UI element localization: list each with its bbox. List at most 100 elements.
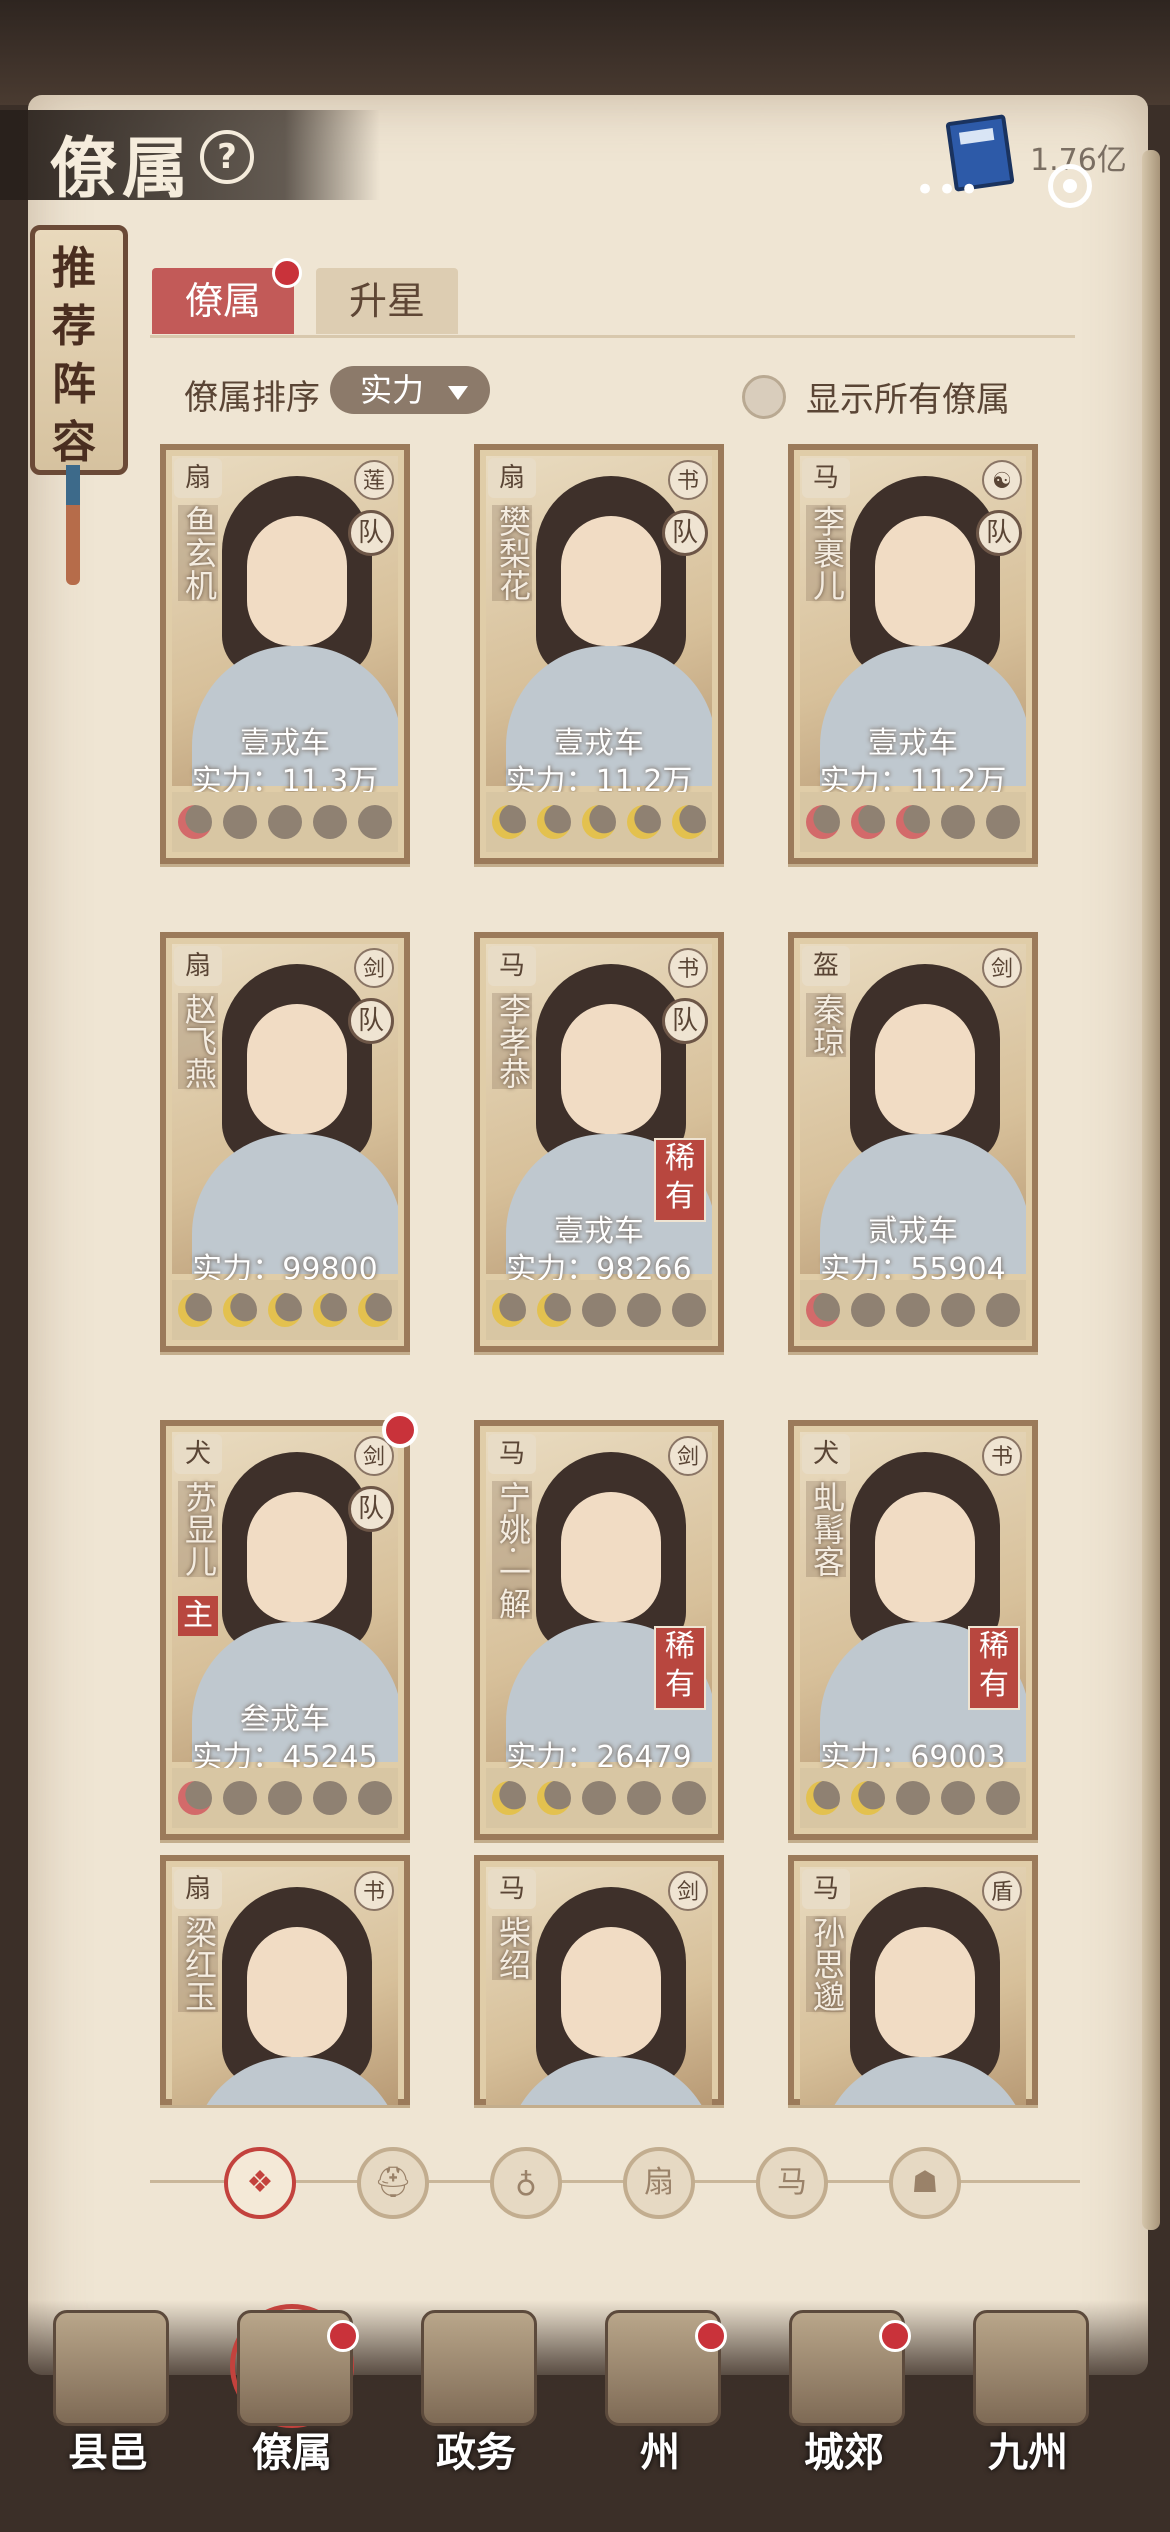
help-icon[interactable]: ?	[200, 130, 254, 184]
star-moons	[800, 1280, 1026, 1340]
moon-icon	[627, 805, 662, 839]
all-icon[interactable]: ❖	[224, 2147, 296, 2219]
tab-star-up[interactable]: 升星	[316, 268, 458, 334]
moon-icon	[313, 1781, 348, 1815]
notification-dot	[327, 2320, 359, 2352]
team-badge: 队	[348, 510, 394, 556]
card-name: 宁姚·一解	[492, 1481, 532, 1620]
moon-icon	[895, 1293, 930, 1327]
moon-icon	[177, 805, 212, 839]
moon-icon	[895, 805, 930, 839]
nav-art-icon	[421, 2310, 537, 2426]
star-moons	[172, 1280, 398, 1340]
type-icon: 扇	[174, 946, 222, 986]
nav-item[interactable]: 僚属	[212, 2300, 372, 2500]
subordinate-card[interactable]: 扇剑赵飞燕队实力：99800	[160, 932, 410, 1352]
skill-badge-icon: 书	[982, 1436, 1022, 1476]
subordinate-card[interactable]: 扇莲鱼玄机队壹戎车 实力：11.3万	[160, 444, 410, 864]
show-all-label: 显示所有僚属	[806, 380, 1010, 420]
top-bar	[0, 0, 1170, 105]
rarity-tag: 稀有	[654, 1626, 706, 1710]
page-title: 僚属	[50, 129, 194, 207]
team-badge: 队	[348, 998, 394, 1044]
nav-item[interactable]: 县邑	[28, 2300, 188, 2500]
star-moons	[800, 792, 1026, 852]
sort-label: 僚属排序	[184, 378, 320, 418]
moon-icon	[536, 1293, 571, 1327]
nav-item[interactable]: 州	[580, 2300, 740, 2500]
gourd-icon[interactable]: ♁	[490, 2147, 562, 2219]
moon-icon	[581, 1781, 616, 1815]
nav-label: 政务	[436, 2429, 516, 2476]
star-moons	[172, 1768, 398, 1828]
nav-item[interactable]: 政务	[396, 2300, 556, 2500]
portrait-face	[561, 1004, 661, 1134]
moon-icon	[941, 1293, 976, 1327]
horse-icon[interactable]: 马	[756, 2147, 828, 2219]
moon-icon	[986, 1781, 1021, 1815]
type-icon: 马	[488, 1869, 536, 1909]
subordinate-card[interactable]: 扇书樊梨花队壹戎车 实力：11.2万	[474, 444, 724, 864]
notification-dot	[695, 2320, 727, 2352]
fan-icon[interactable]: 扇	[623, 2147, 695, 2219]
nav-item[interactable]: 城郊	[764, 2300, 924, 2500]
portrait-face	[561, 1492, 661, 1622]
more-menu-icon[interactable]: •••	[915, 170, 981, 210]
nav-item[interactable]: 九州	[948, 2300, 1108, 2500]
moon-icon	[222, 1781, 257, 1815]
team-badge: 队	[662, 998, 708, 1044]
team-badge: 队	[662, 510, 708, 556]
subordinate-card[interactable]: 扇 书梁红玉	[160, 1855, 410, 2105]
moon-icon	[627, 1781, 662, 1815]
subordinate-card[interactable]: 犬书虬髯客 稀有 实力：69003	[788, 1420, 1038, 1840]
card-name: 梁红玉	[178, 1916, 218, 2012]
subordinate-card[interactable]: 马 剑柴绍	[474, 1855, 724, 2105]
portrait-face	[561, 1927, 661, 2057]
moon-icon	[581, 1293, 616, 1327]
type-icon: 扇	[488, 458, 536, 498]
moon-icon	[986, 1293, 1021, 1327]
moon-icon	[177, 1293, 212, 1327]
tassel-decoration	[66, 465, 80, 585]
star-moons	[172, 792, 398, 852]
skill-badge-icon: 书	[668, 460, 708, 500]
skill-badge-icon: 剑	[982, 948, 1022, 988]
subordinate-card[interactable]: 马 ☯ 李裹儿队壹戎车 实力：11.2万	[788, 444, 1038, 864]
moon-icon	[222, 805, 257, 839]
subordinate-card[interactable]: 马剑宁姚·一解 稀有 实力：26479	[474, 1420, 724, 1840]
notification-dot	[879, 2320, 911, 2352]
rarity-tag: 稀有	[968, 1626, 1020, 1710]
skill-badge-icon: 剑	[354, 948, 394, 988]
show-all-checkbox[interactable]	[742, 375, 786, 419]
team-badge: 队	[976, 510, 1022, 556]
type-icon: 盔	[802, 946, 850, 986]
type-icon: 扇	[174, 458, 222, 498]
card-name: 李裹儿	[806, 505, 846, 601]
portrait-face	[875, 516, 975, 646]
tab-notification-dot	[272, 258, 302, 288]
skill-badge-icon: 书	[354, 1871, 394, 1911]
skill-badge-icon: 剑	[668, 1871, 708, 1911]
moon-icon	[850, 1293, 885, 1327]
moon-icon	[941, 805, 976, 839]
recommend-lineup-label: 推荐阵容	[52, 243, 96, 468]
portrait-face	[875, 1492, 975, 1622]
moon-icon	[358, 1781, 393, 1815]
mask-icon[interactable]: ☗	[889, 2147, 961, 2219]
star-moons	[486, 792, 712, 852]
subordinate-card[interactable]: 盔剑秦琼 贰戎车 实力：55904	[788, 932, 1038, 1352]
subordinate-card[interactable]: 马书李孝恭队稀有 壹戎车 实力：98266	[474, 932, 724, 1352]
moon-icon	[491, 805, 526, 839]
subordinate-card[interactable]: 马 盾孙思邈	[788, 1855, 1038, 2105]
card-name: 虬髯客	[806, 1481, 846, 1577]
close-miniprogram-icon[interactable]	[1048, 164, 1092, 208]
helmet-icon[interactable]: ⛑	[357, 2147, 429, 2219]
moon-icon	[222, 1293, 257, 1327]
moon-icon	[358, 805, 393, 839]
type-icon: 马	[488, 1434, 536, 1474]
moon-icon	[805, 1781, 840, 1815]
moon-icon	[536, 805, 571, 839]
nav-label: 城郊	[804, 2429, 884, 2476]
subordinate-card[interactable]: 犬剑苏显儿队主叁戎车 实力：45245	[160, 1412, 418, 1840]
card-name: 赵飞燕	[178, 993, 218, 1089]
